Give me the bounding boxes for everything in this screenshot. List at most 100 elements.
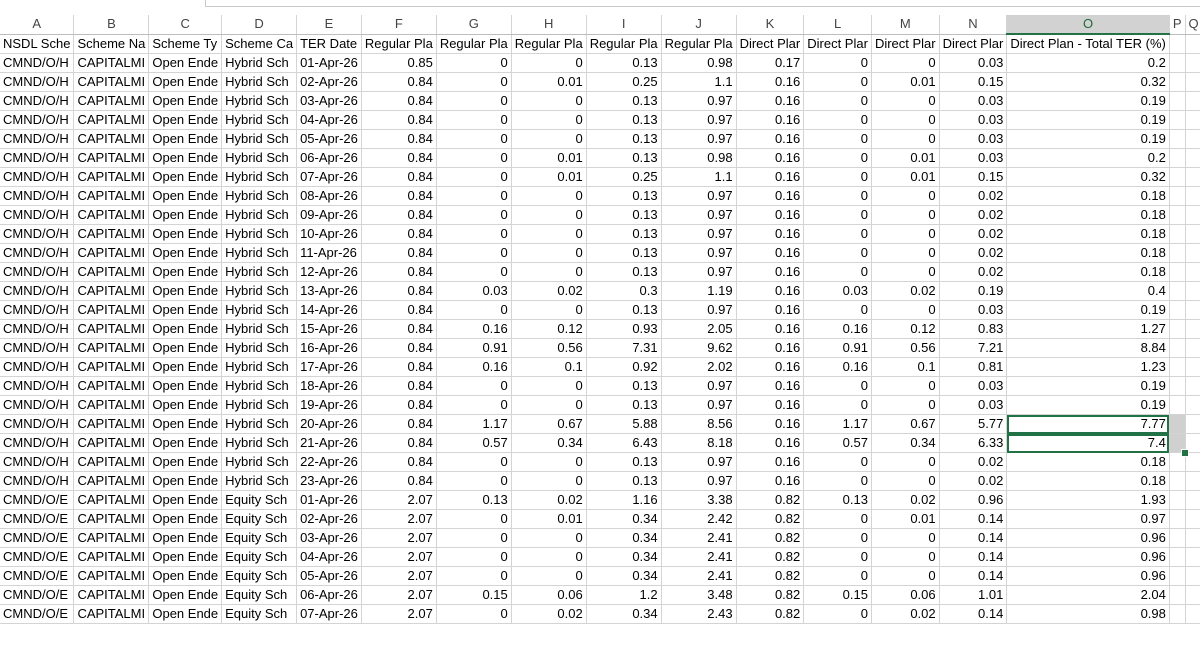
data-cell[interactable]: CAPITALMI (73, 167, 150, 187)
data-cell[interactable]: 0.34 (586, 509, 662, 529)
data-cell[interactable]: 0.97 (661, 262, 737, 282)
data-cell[interactable]: 0.13 (586, 148, 662, 168)
data-cell[interactable]: 0.18 (1006, 452, 1170, 472)
data-cell[interactable]: 2.07 (361, 509, 437, 529)
data-cell[interactable]: Open Ende (148, 129, 223, 149)
data-cell[interactable]: Hybrid Sch (221, 167, 298, 187)
data-cell[interactable]: 7.77 (1006, 414, 1170, 434)
data-cell[interactable]: 0 (803, 509, 872, 529)
data-cell[interactable]: CMND/O/H (0, 338, 75, 358)
data-cell[interactable]: Hybrid Sch (221, 72, 298, 92)
data-cell[interactable]: Equity Sch (221, 585, 298, 605)
data-cell[interactable]: 0 (511, 452, 587, 472)
data-cell[interactable]: 0 (511, 110, 587, 130)
data-cell[interactable]: 0 (871, 110, 940, 130)
column-header-e[interactable]: E (296, 15, 362, 35)
data-cell[interactable]: 0 (803, 72, 872, 92)
data-cell[interactable]: 0 (436, 452, 512, 472)
data-cell[interactable]: 0.1 (511, 357, 587, 377)
data-cell[interactable]: 0 (436, 471, 512, 491)
data-cell[interactable]: 0.18 (1006, 205, 1170, 225)
data-cell[interactable]: Hybrid Sch (221, 433, 298, 453)
empty-cell[interactable] (1185, 34, 1200, 54)
data-cell[interactable]: 0.18 (1006, 243, 1170, 263)
data-cell[interactable]: 0.01 (511, 509, 587, 529)
data-cell[interactable]: 0.18 (1006, 186, 1170, 206)
data-cell[interactable]: Open Ende (148, 547, 223, 567)
data-cell[interactable]: 0.84 (361, 300, 437, 320)
data-cell[interactable]: 0 (511, 53, 587, 73)
column-header-n[interactable]: N (939, 15, 1008, 35)
data-cell[interactable]: 0 (803, 471, 872, 491)
data-cell[interactable]: 0.67 (871, 414, 940, 434)
data-cell[interactable]: 09-Apr-26 (296, 205, 362, 225)
empty-cell[interactable] (1169, 262, 1186, 282)
data-cell[interactable]: CAPITALMI (73, 224, 150, 244)
data-cell[interactable]: CAPITALMI (73, 129, 150, 149)
data-cell[interactable]: 1.27 (1006, 319, 1170, 339)
data-cell[interactable]: 0.13 (586, 262, 662, 282)
data-cell[interactable]: 0.85 (361, 53, 437, 73)
data-cell[interactable]: Open Ende (148, 528, 223, 548)
data-cell[interactable]: CAPITALMI (73, 604, 150, 624)
data-cell[interactable]: 0.13 (586, 452, 662, 472)
data-cell[interactable]: 0.98 (1006, 604, 1170, 624)
data-cell[interactable]: CMND/O/H (0, 376, 75, 396)
data-cell[interactable]: 0.02 (511, 281, 587, 301)
data-cell[interactable]: 0.06 (511, 585, 587, 605)
empty-cell[interactable] (1185, 471, 1200, 491)
column-header-l[interactable]: L (803, 15, 872, 35)
column-header-c[interactable]: C (148, 15, 223, 35)
data-cell[interactable]: 0.82 (736, 604, 805, 624)
data-cell[interactable]: 0.97 (661, 300, 737, 320)
data-cell[interactable]: Open Ende (148, 281, 223, 301)
data-cell[interactable]: 0.13 (586, 186, 662, 206)
empty-cell[interactable] (1185, 262, 1200, 282)
data-cell[interactable]: 9.62 (661, 338, 737, 358)
empty-cell[interactable] (1185, 376, 1200, 396)
data-cell[interactable]: 0 (436, 604, 512, 624)
empty-cell[interactable] (1169, 34, 1186, 54)
data-cell[interactable]: CAPITALMI (73, 566, 150, 586)
empty-cell[interactable] (1185, 91, 1200, 111)
data-cell[interactable]: 0 (871, 300, 940, 320)
data-cell[interactable]: 0 (436, 300, 512, 320)
data-cell[interactable]: 02-Apr-26 (296, 509, 362, 529)
data-cell[interactable]: 0.82 (736, 528, 805, 548)
data-cell[interactable]: 0.16 (736, 148, 805, 168)
data-cell[interactable]: 1.93 (1006, 490, 1170, 510)
data-cell[interactable]: 0.13 (803, 490, 872, 510)
empty-cell[interactable] (1185, 243, 1200, 263)
data-cell[interactable]: Hybrid Sch (221, 148, 298, 168)
data-cell[interactable]: Open Ende (148, 376, 223, 396)
data-cell[interactable]: 0.02 (939, 471, 1008, 491)
data-cell[interactable]: 7.21 (939, 338, 1008, 358)
data-cell[interactable]: 0.84 (361, 110, 437, 130)
empty-cell[interactable] (1169, 338, 1186, 358)
data-cell[interactable]: 0 (511, 129, 587, 149)
data-cell[interactable]: 3.38 (661, 490, 737, 510)
data-cell[interactable]: 1.2 (586, 585, 662, 605)
data-cell[interactable]: 0.82 (736, 585, 805, 605)
data-cell[interactable]: Equity Sch (221, 566, 298, 586)
empty-cell[interactable] (1185, 414, 1200, 434)
data-cell[interactable]: Open Ende (148, 471, 223, 491)
data-cell[interactable]: 06-Apr-26 (296, 585, 362, 605)
data-cell[interactable]: CMND/O/H (0, 452, 75, 472)
data-cell[interactable]: 0 (511, 205, 587, 225)
empty-cell[interactable] (1169, 186, 1186, 206)
data-cell[interactable]: 0.97 (1006, 509, 1170, 529)
header-cell[interactable]: Scheme Ty (148, 34, 223, 54)
data-cell[interactable]: 0.84 (361, 281, 437, 301)
data-cell[interactable]: Open Ende (148, 224, 223, 244)
empty-cell[interactable] (1169, 490, 1186, 510)
data-cell[interactable]: 0.01 (511, 167, 587, 187)
data-cell[interactable]: Hybrid Sch (221, 205, 298, 225)
data-cell[interactable]: 02-Apr-26 (296, 72, 362, 92)
data-cell[interactable]: 0 (803, 91, 872, 111)
data-cell[interactable]: 0.97 (661, 205, 737, 225)
empty-cell[interactable] (1185, 490, 1200, 510)
data-cell[interactable]: 23-Apr-26 (296, 471, 362, 491)
empty-cell[interactable] (1169, 509, 1186, 529)
data-cell[interactable]: CMND/O/H (0, 186, 75, 206)
